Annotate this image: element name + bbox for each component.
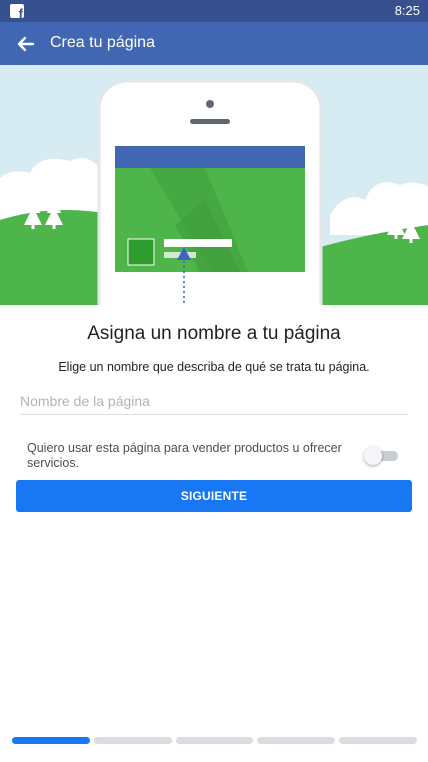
sell-option-toggle[interactable] xyxy=(364,447,398,465)
progress-step-4 xyxy=(257,737,336,744)
facebook-icon: f xyxy=(10,4,24,18)
progress-step-3 xyxy=(175,737,254,744)
back-button[interactable] xyxy=(12,30,40,58)
progress-step-1 xyxy=(12,737,90,744)
step-progress xyxy=(12,737,417,744)
page-title: Crea tu página xyxy=(50,34,155,51)
section-subtitle: Elige un nombre que describa de qué se t… xyxy=(58,360,370,374)
progress-step-5 xyxy=(339,737,417,744)
status-time: 8:25 xyxy=(394,3,420,18)
phone-page-preview-illustration xyxy=(0,65,428,333)
progress-step-2 xyxy=(93,737,172,744)
status-bar: f 8:25 xyxy=(0,0,428,22)
next-button[interactable]: SIGUIENTE xyxy=(16,480,412,512)
arrow-left-icon xyxy=(17,36,35,52)
toggle-knob xyxy=(364,447,382,465)
app-bar: Crea tu página xyxy=(0,22,428,65)
section-title: Asigna un nombre a tu página xyxy=(87,323,341,344)
page-name-input[interactable] xyxy=(20,388,408,415)
sell-option-label: Quiero usar esta página para vender prod… xyxy=(27,441,342,470)
